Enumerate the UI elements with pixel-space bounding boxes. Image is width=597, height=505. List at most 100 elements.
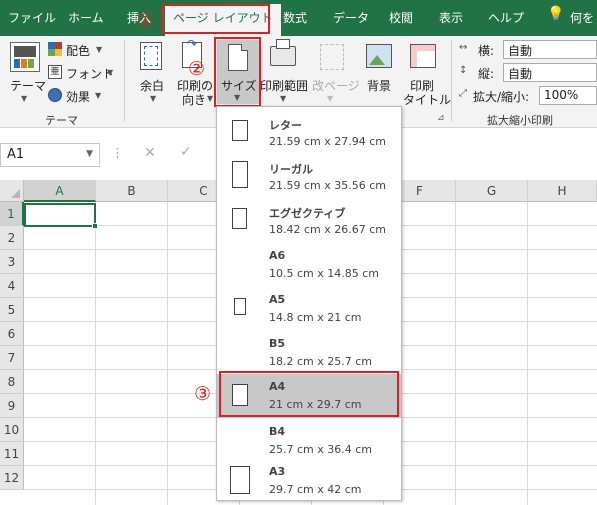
background-button[interactable]: 背景 — [367, 77, 391, 94]
menu-item-name: A5 — [269, 293, 286, 306]
themes-button[interactable]: テーマ — [10, 77, 46, 94]
menu-item-size: 18.2 cm x 25.7 cm — [269, 355, 373, 368]
column-header-g[interactable]: G — [456, 180, 528, 202]
width-value: 自動 — [508, 44, 533, 58]
menu-item-name: A3 — [269, 465, 286, 478]
paper-size-menu: レター 21.59 cm x 27.94 cm リーガル 21.59 cm x … — [216, 106, 402, 501]
height-label: 縦: — [478, 67, 495, 81]
menu-item-name: A6 — [269, 249, 286, 262]
column-header-a[interactable]: A — [24, 180, 96, 202]
menu-item-size: 21.59 cm x 27.94 cm — [269, 135, 387, 148]
annotation-marker-2: ② — [188, 58, 206, 80]
margins-caret[interactable]: ▼ — [150, 94, 156, 103]
menu-item-a6[interactable]: A6 10.5 cm x 14.85 cm — [217, 245, 401, 288]
row-header-11[interactable]: 11 — [0, 442, 24, 466]
menu-item-size: 25.7 cm x 36.4 cm — [269, 443, 373, 456]
annotation-box-2 — [214, 37, 261, 107]
orientation-label-2[interactable]: 向き — [182, 91, 206, 108]
tab-review[interactable]: 校閲 — [389, 9, 413, 26]
scale-input[interactable]: 100% — [539, 86, 597, 105]
scale-group-label: 拡大縮小印刷 — [487, 114, 553, 127]
menu-item-executive[interactable]: エグゼクティブ 18.42 cm x 26.67 cm — [217, 201, 401, 244]
menu-item-size: 21.59 cm x 35.56 cm — [269, 179, 387, 192]
annotation-marker-3: ③ — [194, 383, 212, 405]
column-header-h[interactable]: H — [528, 180, 597, 202]
fill-handle[interactable] — [92, 223, 98, 229]
menu-item-name: B5 — [269, 337, 286, 350]
row-header-3[interactable]: 3 — [0, 250, 24, 274]
tab-help[interactable]: ヘルプ — [488, 9, 524, 26]
menu-item-legal[interactable]: リーガル 21.59 cm x 35.56 cm — [217, 157, 401, 200]
effects-icon — [48, 88, 62, 102]
menu-item-name: B4 — [269, 425, 286, 438]
paper-icon — [230, 466, 250, 494]
themes-icon[interactable] — [10, 42, 40, 72]
row-header-10[interactable]: 10 — [0, 418, 24, 442]
paper-icon — [234, 298, 246, 315]
row-header-6[interactable]: 6 — [0, 322, 24, 346]
name-box-dropdown-icon[interactable]: ▼ — [86, 149, 93, 159]
height-value: 自動 — [508, 67, 533, 81]
group-separator — [124, 40, 125, 122]
ribbon-tab-bar: ファイル ホーム 挿入 ページ レイアウト 数式 データ 校閲 表示 ヘルプ 💡… — [0, 0, 597, 36]
print-area-caret[interactable]: ▼ — [280, 94, 286, 103]
themes-dropdown-caret[interactable]: ▼ — [21, 94, 27, 103]
tab-formulas[interactable]: 数式 — [283, 9, 307, 26]
margins-button[interactable]: 余白 — [140, 77, 164, 94]
colors-caret[interactable]: ▼ — [96, 45, 102, 54]
cancel-icon[interactable]: ✕ — [144, 145, 156, 161]
row-header-2[interactable]: 2 — [0, 226, 24, 250]
tab-file[interactable]: ファイル — [8, 9, 56, 26]
row-header-7[interactable]: 7 — [0, 346, 24, 370]
menu-item-a3[interactable]: A3 29.7 cm x 42 cm — [217, 457, 401, 500]
menu-item-b5[interactable]: B5 18.2 cm x 25.7 cm — [217, 333, 401, 376]
tab-view[interactable]: 表示 — [439, 9, 463, 26]
menu-item-size: 14.8 cm x 21 cm — [269, 311, 362, 324]
orientation-caret[interactable]: ▼ — [207, 94, 213, 103]
grid-line — [95, 202, 96, 505]
tell-me-box[interactable]: 何を — [570, 9, 594, 26]
paper-icon — [232, 120, 248, 141]
themes-group-label: テーマ — [45, 114, 78, 127]
tab-home[interactable]: ホーム — [68, 9, 104, 26]
select-all-button[interactable] — [0, 180, 24, 202]
row-header-1[interactable]: 1 — [0, 202, 24, 226]
colors-button[interactable]: 配色 — [66, 42, 90, 59]
effects-button[interactable]: 効果 — [66, 88, 90, 105]
active-cell-a1[interactable] — [24, 203, 98, 229]
print-area-button[interactable]: 印刷範囲 — [260, 77, 308, 94]
tab-data[interactable]: データ — [333, 9, 369, 26]
row-header-5[interactable]: 5 — [0, 298, 24, 322]
print-titles-icon — [410, 44, 436, 68]
breaks-button: 改ページ — [312, 79, 360, 93]
menu-item-name: リーガル — [269, 163, 313, 176]
fonts-icon: 亜 — [48, 65, 62, 79]
row-header-9[interactable]: 9 — [0, 394, 24, 418]
enter-icon[interactable]: ✓ — [180, 144, 192, 160]
print-titles-label-2[interactable]: タイトル — [403, 91, 451, 108]
width-label: 横: — [478, 44, 495, 58]
height-select[interactable]: 自動 — [503, 63, 597, 82]
row-header-4[interactable]: 4 — [0, 274, 24, 298]
menu-item-size: 10.5 cm x 14.85 cm — [269, 267, 380, 280]
effects-caret[interactable]: ▼ — [95, 91, 101, 100]
column-header-b[interactable]: B — [96, 180, 168, 202]
annotation-box-3 — [219, 371, 399, 417]
paper-icon — [232, 208, 247, 229]
breaks-icon — [320, 44, 344, 70]
row-header-12[interactable]: 12 — [0, 466, 24, 490]
row-header-8[interactable]: 8 — [0, 370, 24, 394]
scale-label: 拡大/縮小: — [473, 90, 530, 104]
menu-item-a5[interactable]: A5 14.8 cm x 21 cm — [217, 289, 401, 332]
group-separator — [451, 40, 452, 122]
menu-item-letter[interactable]: レター 21.59 cm x 27.94 cm — [217, 113, 401, 156]
menu-item-name: レター — [269, 119, 302, 132]
page-setup-dialog-launcher[interactable]: ⊿ — [437, 113, 445, 123]
fonts-caret[interactable]: ▼ — [107, 68, 113, 77]
grid-line — [167, 202, 168, 505]
print-area-icon — [270, 39, 296, 66]
name-box[interactable]: A1 ▼ — [0, 143, 100, 167]
width-select[interactable]: 自動 — [503, 40, 597, 59]
paper-icon — [232, 161, 248, 188]
lightbulb-icon[interactable]: 💡 — [547, 6, 564, 22]
